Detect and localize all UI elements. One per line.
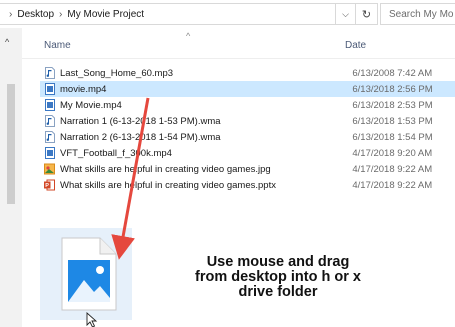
refresh-button[interactable]: ↻ <box>356 3 378 25</box>
chevron-down-icon: ⌵ <box>342 8 349 19</box>
file-name: Narration 1 (6-13-2018 1-53 PM).wma <box>60 115 221 127</box>
instruction-annotation: Use mouse and drag from desktop into h o… <box>178 255 378 300</box>
file-row[interactable]: VFT_Football_f_300k.mp4 4/17/2018 9:20 AM <box>40 145 455 161</box>
column-header-name[interactable]: Name <box>44 40 71 51</box>
breadcrumb-separator-icon: › <box>59 8 63 20</box>
file-row[interactable]: P What skills are helpful in creating vid… <box>40 177 455 193</box>
file-name: VFT_Football_f_300k.mp4 <box>60 147 172 159</box>
annotation-line: Use mouse and drag <box>206 254 350 270</box>
file-name: Last_Song_Home_60.mp3 <box>60 67 174 79</box>
file-row[interactable]: Narration 2 (6-13-2018 1-54 PM).wma 6/13/… <box>40 129 455 145</box>
file-name: What skills are helpful in creating vide… <box>60 163 271 175</box>
address-bar: › Desktop › My Movie Project ⌵ ↻ Search … <box>0 3 455 25</box>
file-row[interactable]: Narration 1 (6-13-2018 1-53 PM).wma 6/13/… <box>40 113 455 129</box>
search-placeholder: Search My Mo <box>389 8 454 20</box>
sort-ascending-icon: ^ <box>186 31 191 41</box>
video-file-icon <box>44 147 55 159</box>
file-date: 6/13/2018 1:54 PM <box>352 131 433 143</box>
breadcrumb[interactable]: › Desktop › My Movie Project <box>0 3 336 25</box>
header-divider <box>22 58 455 59</box>
column-header-date[interactable]: Date <box>345 40 366 51</box>
breadcrumb-separator-icon: › <box>9 8 13 20</box>
file-row[interactable]: Last_Song_Home_60.mp3 6/13/2008 7:42 AM <box>40 65 455 81</box>
svg-text:P: P <box>45 183 49 189</box>
file-name: Narration 2 (6-13-2018 1-54 PM).wma <box>60 131 221 143</box>
breadcrumb-desktop[interactable]: Desktop <box>17 9 54 20</box>
file-date: 6/13/2018 2:56 PM <box>352 83 433 95</box>
image-file-icon <box>44 163 55 175</box>
mouse-cursor-icon <box>86 312 98 327</box>
dragged-image-file-icon[interactable] <box>58 236 118 312</box>
file-name: movie.mp4 <box>60 83 107 95</box>
file-name: What skills are helpful in creating vide… <box>60 179 276 191</box>
file-name: My Movie.mp4 <box>60 99 122 111</box>
file-date: 4/17/2018 9:22 AM <box>352 163 433 175</box>
file-date: 6/13/2018 1:53 PM <box>352 115 433 127</box>
search-input[interactable]: Search My Mo <box>380 3 455 25</box>
powerpoint-file-icon: P <box>44 179 55 191</box>
file-date: 4/17/2018 9:22 AM <box>352 179 433 191</box>
file-row[interactable]: movie.mp4 6/13/2018 2:56 PM <box>40 81 455 97</box>
scrollbar-thumb[interactable] <box>7 84 15 204</box>
video-file-icon <box>44 99 55 111</box>
audio-file-icon <box>44 131 55 143</box>
annotation-line: drive folder <box>238 284 318 300</box>
refresh-icon: ↻ <box>361 8 372 21</box>
file-date: 4/17/2018 9:20 AM <box>352 147 433 159</box>
annotation-line: from desktop into h or x <box>195 269 361 285</box>
file-date: 6/13/2018 2:53 PM <box>352 99 433 111</box>
video-file-icon <box>44 83 55 95</box>
file-row[interactable]: What skills are helpful in creating vide… <box>40 161 455 177</box>
address-history-dropdown[interactable]: ⌵ <box>336 3 356 25</box>
audio-file-icon <box>44 67 55 79</box>
scroll-up-icon[interactable]: ^ <box>5 37 9 47</box>
file-date: 6/13/2008 7:42 AM <box>352 67 433 79</box>
breadcrumb-my-movie-project[interactable]: My Movie Project <box>67 9 144 20</box>
audio-file-icon <box>44 115 55 127</box>
file-row[interactable]: My Movie.mp4 6/13/2018 2:53 PM <box>40 97 455 113</box>
